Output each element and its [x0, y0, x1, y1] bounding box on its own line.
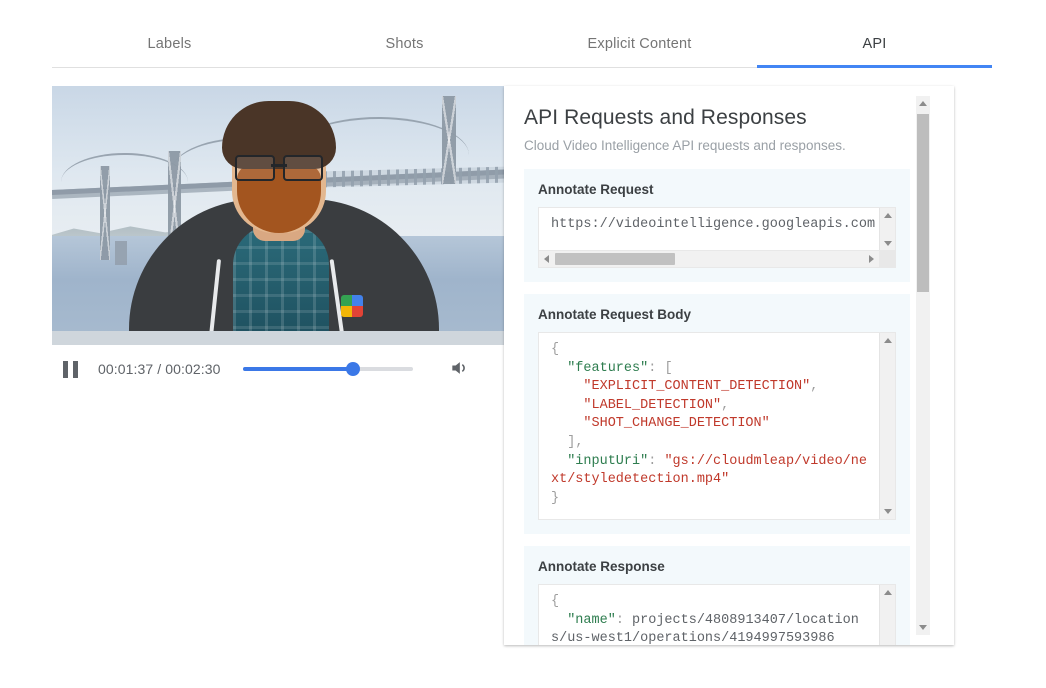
api-panel-content: API Requests and Responses Cloud Video I… [504, 86, 924, 645]
foreground-wall [52, 331, 505, 345]
video-player: 00:01:37 / 00:02:30 [52, 86, 505, 389]
pause-button[interactable] [52, 351, 88, 387]
scroll-down-icon[interactable] [883, 509, 892, 514]
tab-label: Labels [147, 35, 192, 52]
scroll-down-icon[interactable] [919, 625, 927, 630]
glasses [234, 155, 323, 181]
scroll-corner [879, 251, 895, 267]
annotate-request-hscrollbar[interactable] [539, 250, 895, 267]
section-annotate-response: Annotate Response { "name": projects/480… [524, 546, 910, 645]
section-annotate-request: Annotate Request https://videointelligen… [524, 169, 910, 282]
annotate-response-vscrollbar[interactable] [879, 585, 895, 645]
volume-button[interactable] [441, 351, 477, 387]
panel-scroll-thumb[interactable] [917, 114, 929, 292]
section-label: Annotate Request [538, 182, 654, 197]
page-title: API Requests and Responses [524, 106, 807, 129]
scroll-up-icon[interactable] [919, 101, 927, 106]
api-panel: API Requests and Responses Cloud Video I… [504, 86, 954, 645]
scroll-right-icon[interactable] [869, 254, 874, 263]
annotate-response-text[interactable]: { "name": projects/4808913407/locations/… [539, 585, 895, 645]
scroll-down-icon[interactable] [883, 241, 892, 246]
tab-shots[interactable]: Shots [287, 20, 522, 67]
seek-fill [242, 367, 354, 371]
player-controls: 00:01:37 / 00:02:30 [52, 345, 505, 389]
tab-api[interactable]: API [757, 20, 992, 68]
annotate-request-body-box: { "features": [ "EXPLICIT_CONTENT_DETECT… [538, 332, 896, 520]
tab-explicit-content[interactable]: Explicit Content [522, 20, 757, 67]
scroll-left-icon[interactable] [544, 254, 549, 263]
annotate-request-text[interactable]: https://videointelligence.googleapis.com [539, 208, 895, 250]
hscroll-thumb[interactable] [555, 253, 675, 265]
annotate-request-body-vscrollbar[interactable] [879, 333, 895, 519]
tab-label: API [862, 35, 887, 52]
tab-label: Shots [385, 35, 424, 52]
annotate-request-box: https://videointelligence.googleapis.com [538, 207, 896, 268]
plaid-shirt [232, 225, 329, 345]
tab-label: Explicit Content [587, 35, 692, 52]
seek-slider[interactable] [242, 362, 413, 376]
scroll-up-icon[interactable] [883, 590, 892, 595]
person-subject [52, 86, 505, 345]
seek-thumb[interactable] [346, 362, 361, 376]
section-annotate-request-body: Annotate Request Body { "features": [ "E… [524, 294, 910, 534]
pause-icon [62, 360, 78, 378]
annotate-request-body-text[interactable]: { "features": [ "EXPLICIT_CONTENT_DETECT… [539, 333, 895, 519]
logo-patch [340, 295, 363, 317]
scroll-up-icon[interactable] [883, 213, 892, 218]
scroll-up-icon[interactable] [883, 338, 892, 343]
tab-labels[interactable]: Labels [52, 20, 287, 67]
volume-icon [448, 358, 470, 381]
annotate-request-vscrollbar[interactable] [879, 208, 895, 251]
page-subtitle: Cloud Video Intelligence API requests an… [524, 138, 846, 153]
app-root: Labels Shots Explicit Content API 00:01:… [0, 0, 1046, 688]
api-panel-scrollbar[interactable] [916, 96, 930, 635]
section-label: Annotate Request Body [538, 307, 692, 322]
annotate-response-box: { "name": projects/4808913407/locations/… [538, 584, 896, 645]
tab-bar: Labels Shots Explicit Content API [52, 20, 992, 68]
time-display: 00:01:37 / 00:02:30 [98, 361, 221, 377]
section-label: Annotate Response [538, 559, 665, 574]
video-frame[interactable] [52, 86, 505, 345]
